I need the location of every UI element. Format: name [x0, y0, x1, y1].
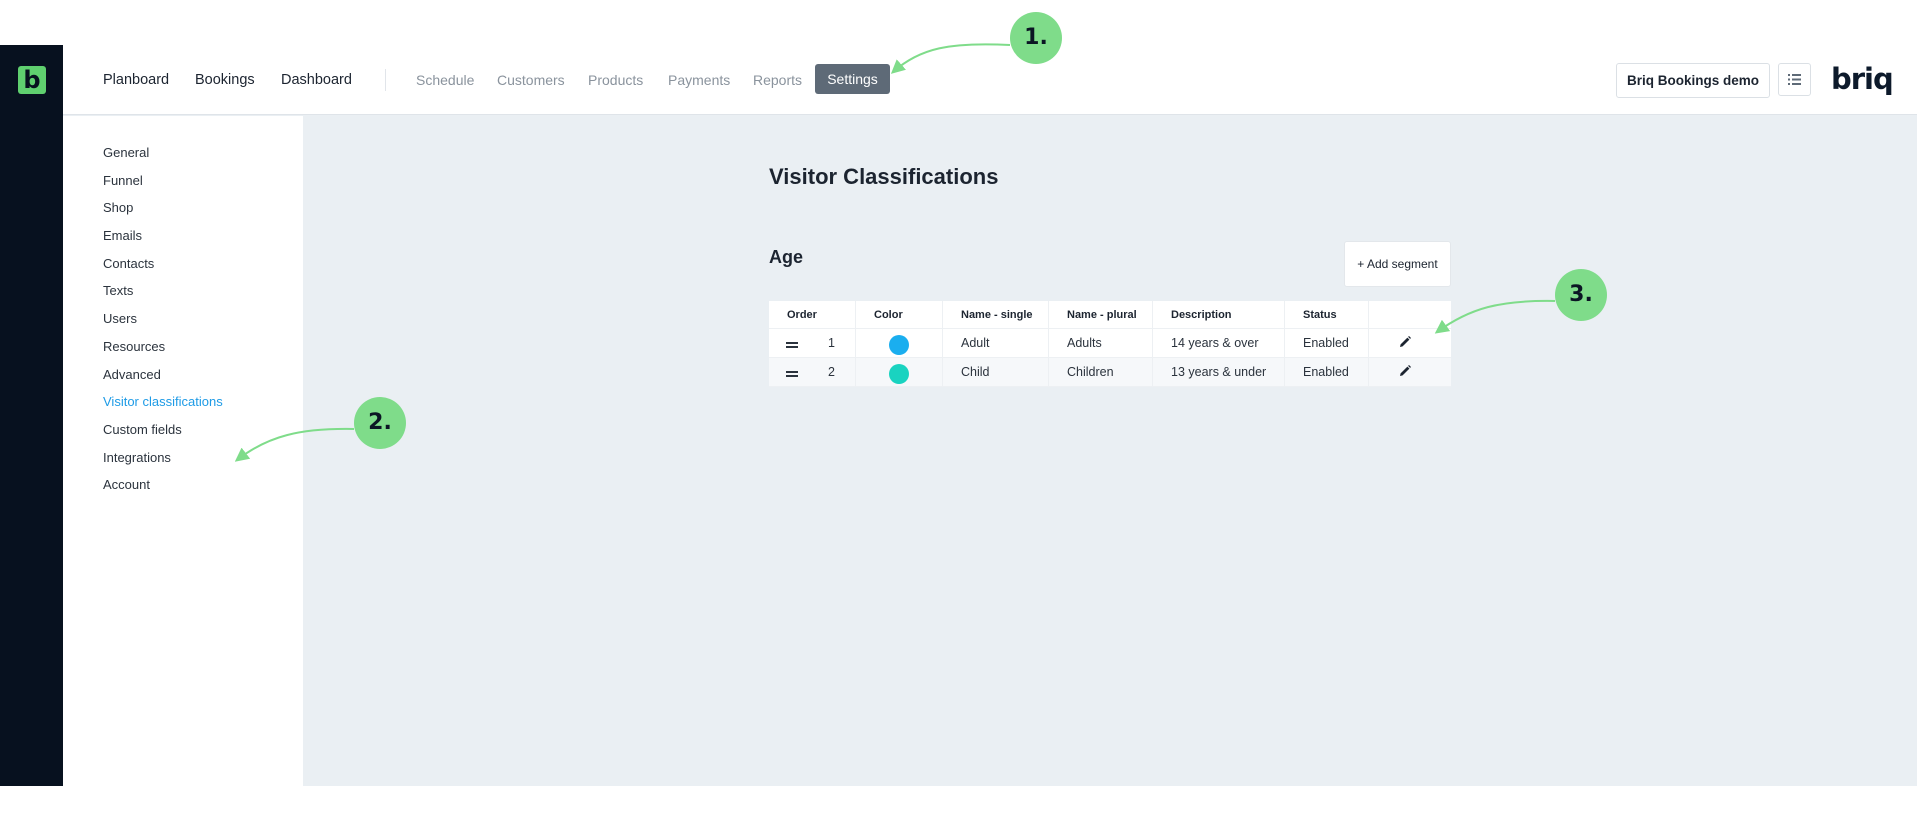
annotation-arrows [234, 43, 1556, 462]
annotation-callout-1: 1. [1010, 12, 1062, 64]
annotation-arrow-1 [890, 43, 1011, 74]
annotation-arrow-2 [234, 427, 355, 462]
annotation-callout-3: 3. [1555, 269, 1607, 321]
annotation-callout-2: 2. [354, 397, 406, 449]
annotation-arrow-3 [1434, 299, 1556, 334]
